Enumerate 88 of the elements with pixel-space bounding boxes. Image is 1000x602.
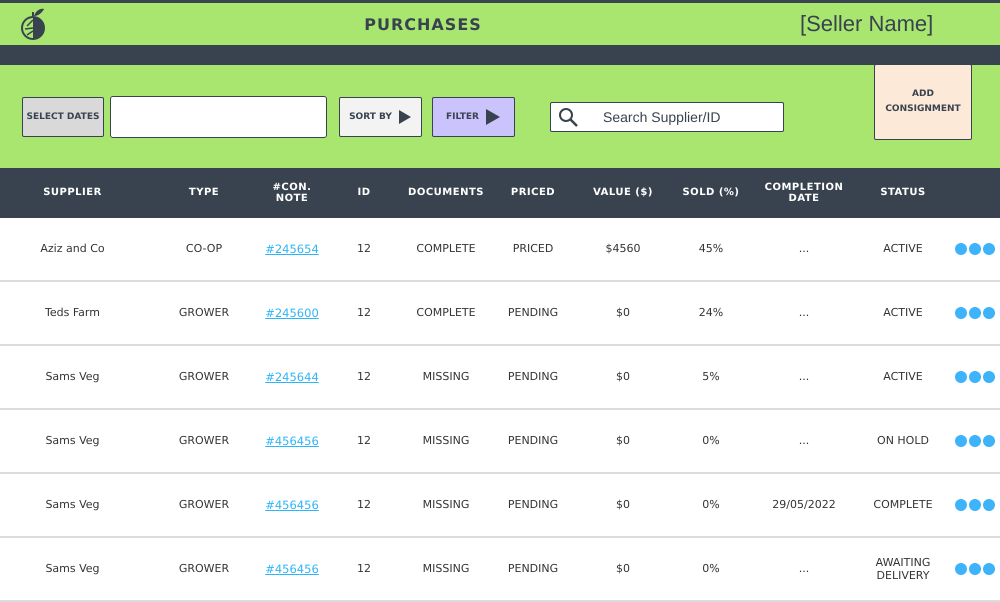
fruit-logo-icon	[20, 7, 46, 41]
column-header: STATUS	[879, 187, 927, 199]
con-note-link[interactable]: #245644	[265, 370, 319, 384]
more-options-icon[interactable]	[955, 563, 995, 575]
id-cell-text: 12	[356, 306, 372, 320]
sold-cell-text: 0%	[701, 434, 721, 448]
column-header: TYPE	[188, 187, 220, 199]
sold-cell-text: 5%	[701, 370, 721, 384]
sold-cell-text: 24%	[698, 306, 724, 320]
completion-date-cell-text: 29/05/2022	[771, 498, 837, 512]
sort-by-button[interactable]: SORT BY	[339, 96, 422, 136]
page-title: PURCHASES	[363, 14, 483, 34]
sold-cell-text: 0%	[701, 562, 721, 576]
more-options-icon[interactable]	[955, 307, 995, 319]
seller-name: [Seller Name]	[800, 11, 934, 37]
status-cell-text: ACTIVE	[882, 242, 924, 256]
id-cell-text: 12	[356, 562, 372, 576]
column-header: VALUE ($)	[592, 187, 654, 199]
documents-cell-text: MISSING	[422, 562, 470, 576]
more-options-icon[interactable]	[955, 371, 995, 383]
type-cell-text: CO-OP	[184, 242, 224, 256]
date-field[interactable]	[110, 96, 327, 138]
type-cell-text: GROWER	[178, 498, 230, 512]
value-cell-text: $0	[615, 306, 631, 320]
documents-cell-text: MISSING	[422, 498, 470, 512]
play-icon	[398, 108, 412, 124]
add-consignment-button[interactable]: ADD CONSIGNMENT	[874, 64, 972, 140]
value-cell-text: $0	[615, 562, 631, 576]
documents-cell-text: MISSING	[422, 370, 470, 384]
type-cell-text: GROWER	[178, 562, 230, 576]
supplier-cell-text: Sams Veg	[44, 434, 101, 448]
filter-button[interactable]: FILTER	[432, 96, 515, 136]
con-note-link[interactable]: #456456	[265, 434, 319, 448]
value-cell-text: $4560	[604, 242, 642, 256]
priced-cell-text: PENDING	[506, 370, 560, 384]
priced-cell-text: PENDING	[506, 434, 560, 448]
status-cell-text: ACTIVE	[882, 306, 924, 320]
column-header: #CON. NOTE	[272, 182, 312, 204]
supplier-cell-text: Teds Farm	[44, 306, 101, 320]
priced-cell-text: PENDING	[506, 498, 560, 512]
status-cell-text: ON HOLD	[876, 434, 930, 448]
documents-cell-text: COMPLETE	[415, 306, 477, 320]
supplier-cell-text: Aziz and Co	[39, 242, 106, 256]
supplier-cell-text: Sams Veg	[44, 498, 101, 512]
documents-cell-text: COMPLETE	[415, 242, 477, 256]
id-cell-text: 12	[356, 370, 372, 384]
con-note-link[interactable]: #245654	[265, 242, 319, 256]
search-field[interactable]: Search Supplier/ID	[550, 102, 784, 132]
completion-date-cell-text: ...	[798, 370, 810, 384]
id-cell-text: 12	[356, 498, 372, 512]
column-header: DOCUMENTS	[407, 187, 485, 199]
type-cell-text: GROWER	[178, 306, 230, 320]
type-cell-text: GROWER	[178, 434, 230, 448]
value-cell-text: $0	[615, 370, 631, 384]
column-header: PRICED	[510, 187, 556, 199]
play-icon	[484, 108, 501, 126]
supplier-cell-text: Sams Veg	[44, 562, 101, 576]
type-cell-text: GROWER	[178, 370, 230, 384]
column-header: SUPPLIER	[42, 187, 103, 199]
value-cell-text: $0	[615, 498, 631, 512]
select-dates-button[interactable]: SELECT DATES	[22, 96, 104, 136]
completion-date-cell-text: ...	[798, 434, 810, 448]
completion-date-cell-text: ...	[798, 242, 810, 256]
search-icon	[558, 106, 578, 126]
priced-cell-text: PENDING	[506, 306, 560, 320]
completion-date-cell-text: ...	[798, 306, 810, 320]
status-cell-text: ACTIVE	[882, 370, 924, 384]
sold-cell-text: 45%	[698, 242, 724, 256]
column-header: ID	[356, 187, 372, 199]
more-options-icon[interactable]	[955, 243, 995, 255]
documents-cell-text: MISSING	[422, 434, 470, 448]
more-options-icon[interactable]	[955, 499, 995, 511]
sold-cell-text: 0%	[701, 498, 721, 512]
status-cell-text: COMPLETE	[872, 498, 934, 512]
con-note-link[interactable]: #245600	[265, 306, 319, 320]
priced-cell-text: PRICED	[512, 242, 554, 256]
value-cell-text: $0	[615, 434, 631, 448]
column-header: COMPLETION DATE	[764, 182, 844, 204]
more-options-icon[interactable]	[955, 435, 995, 447]
completion-date-cell-text: ...	[798, 562, 810, 576]
id-cell-text: 12	[356, 434, 372, 448]
id-cell-text: 12	[356, 242, 372, 256]
priced-cell-text: PENDING	[506, 562, 560, 576]
con-note-link[interactable]: #456456	[265, 562, 319, 576]
con-note-link[interactable]: #456456	[265, 498, 319, 512]
status-cell-text: AWAITING DELIVERY	[874, 556, 932, 582]
supplier-cell-text: Sams Veg	[44, 370, 101, 384]
column-header: SOLD (%)	[681, 187, 741, 199]
